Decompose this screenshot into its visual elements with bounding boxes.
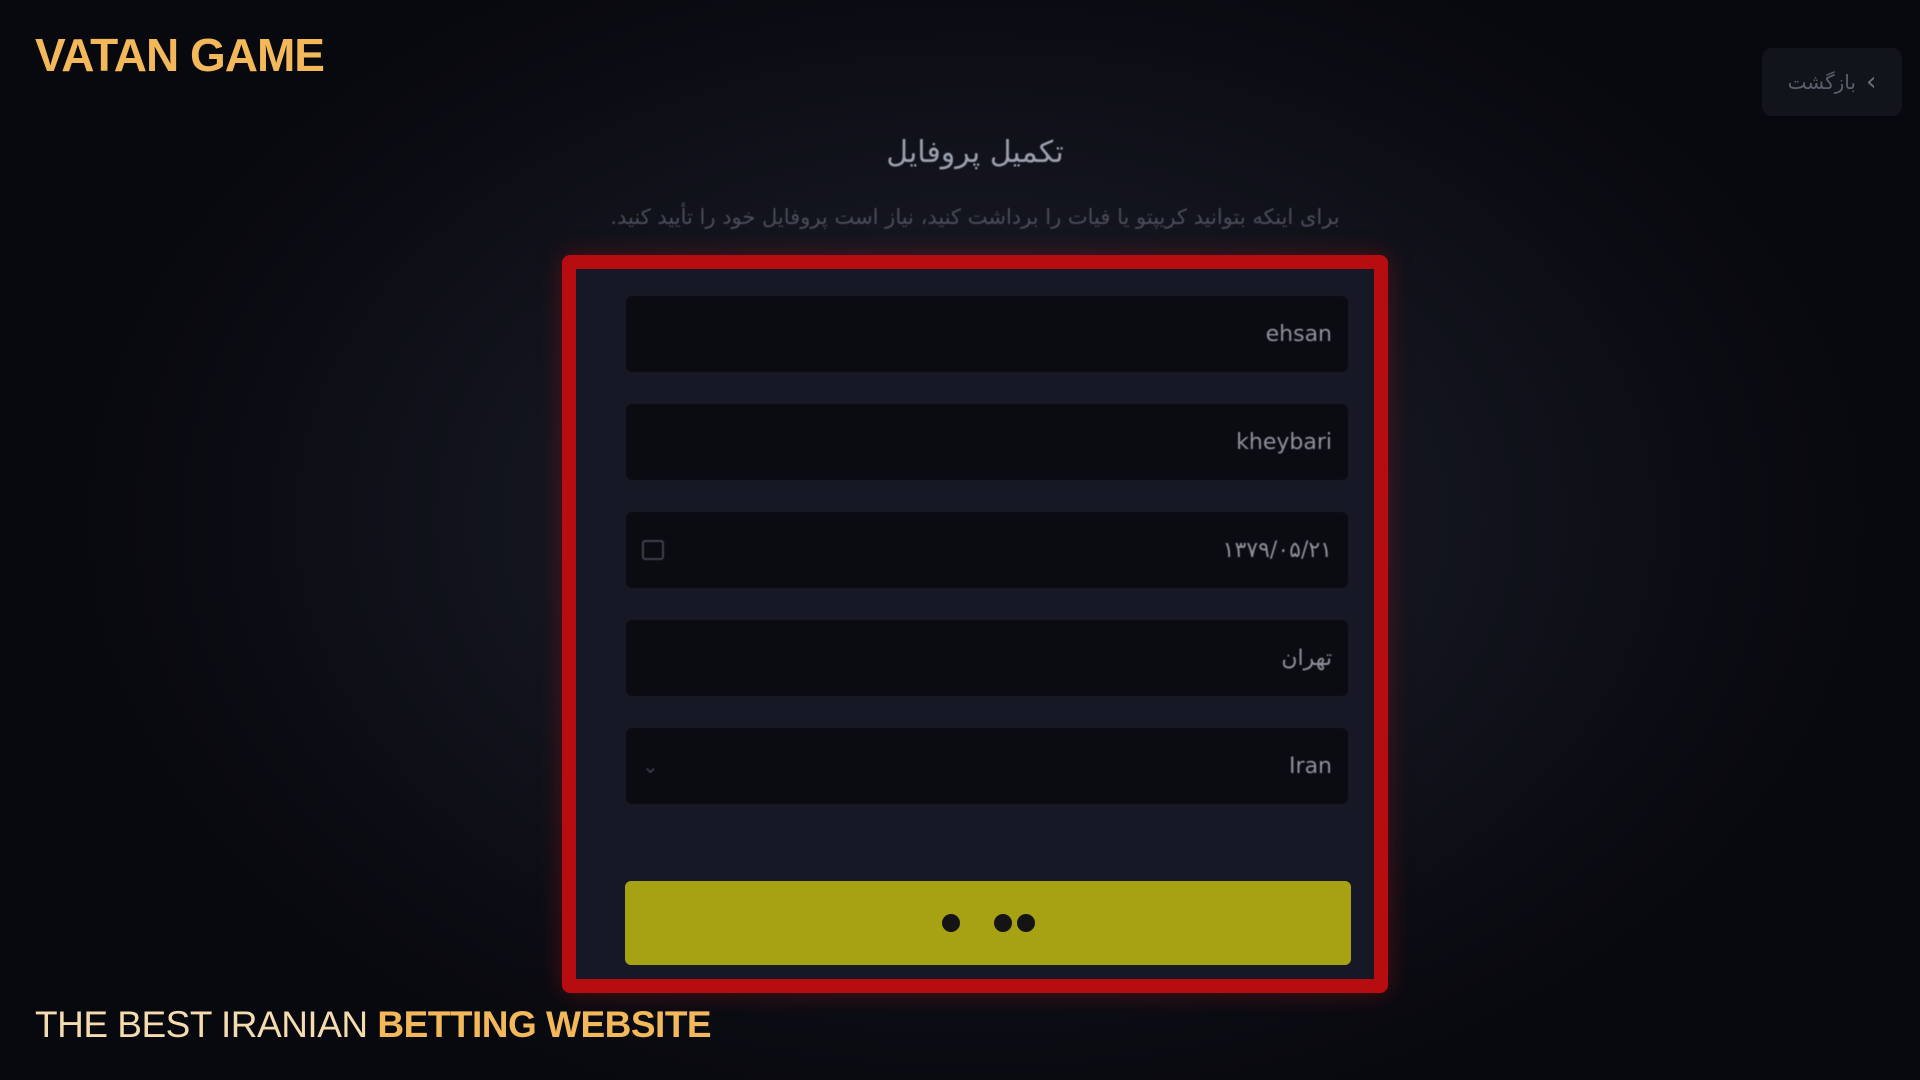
tagline-bold: BETTING WEBSITE: [377, 1004, 712, 1045]
back-button[interactable]: › بازگشت: [1762, 48, 1902, 116]
city-value: تهران: [1281, 645, 1332, 671]
chevron-down-icon[interactable]: ⌄: [642, 756, 659, 776]
loading-dot: [1016, 914, 1035, 932]
profile-form-card: ehsan kheybari ۱۳۷۹/۰۵/۲۱ تهران ⌄ Iran: [562, 255, 1388, 993]
loading-dot: [941, 914, 960, 932]
city-field[interactable]: تهران: [626, 620, 1348, 696]
submit-button[interactable]: [625, 881, 1351, 965]
calendar-icon[interactable]: [642, 540, 664, 560]
country-select[interactable]: ⌄ Iran: [626, 728, 1348, 804]
tagline-regular: THE BEST IRANIAN: [35, 1004, 368, 1045]
loading-dots: [993, 914, 1035, 932]
last-name-value: kheybari: [1236, 429, 1332, 455]
last-name-field[interactable]: kheybari: [626, 404, 1348, 480]
chevron-right-icon: ›: [1865, 67, 1877, 97]
page-subtitle: برای اینکه بتوانید کریپتو یا فیات را برد…: [610, 205, 1340, 229]
page-title: تکمیل پروفایل: [886, 135, 1064, 170]
birth-date-value: ۱۳۷۹/۰۵/۲۱: [1222, 537, 1332, 563]
first-name-value: ehsan: [1265, 321, 1332, 347]
screen: VATAN GAME › بازگشت تکمیل پروفایل برای ا…: [0, 0, 1920, 1080]
country-value: Iran: [1289, 753, 1332, 779]
loading-dot: [993, 914, 1012, 932]
brand-logo: VATAN GAME: [35, 29, 325, 81]
back-button-label: بازگشت: [1787, 70, 1856, 94]
first-name-field[interactable]: ehsan: [626, 296, 1348, 372]
birth-date-field[interactable]: ۱۳۷۹/۰۵/۲۱: [626, 512, 1348, 588]
tagline: THE BEST IRANIAN BETTING WEBSITE: [35, 1004, 712, 1046]
